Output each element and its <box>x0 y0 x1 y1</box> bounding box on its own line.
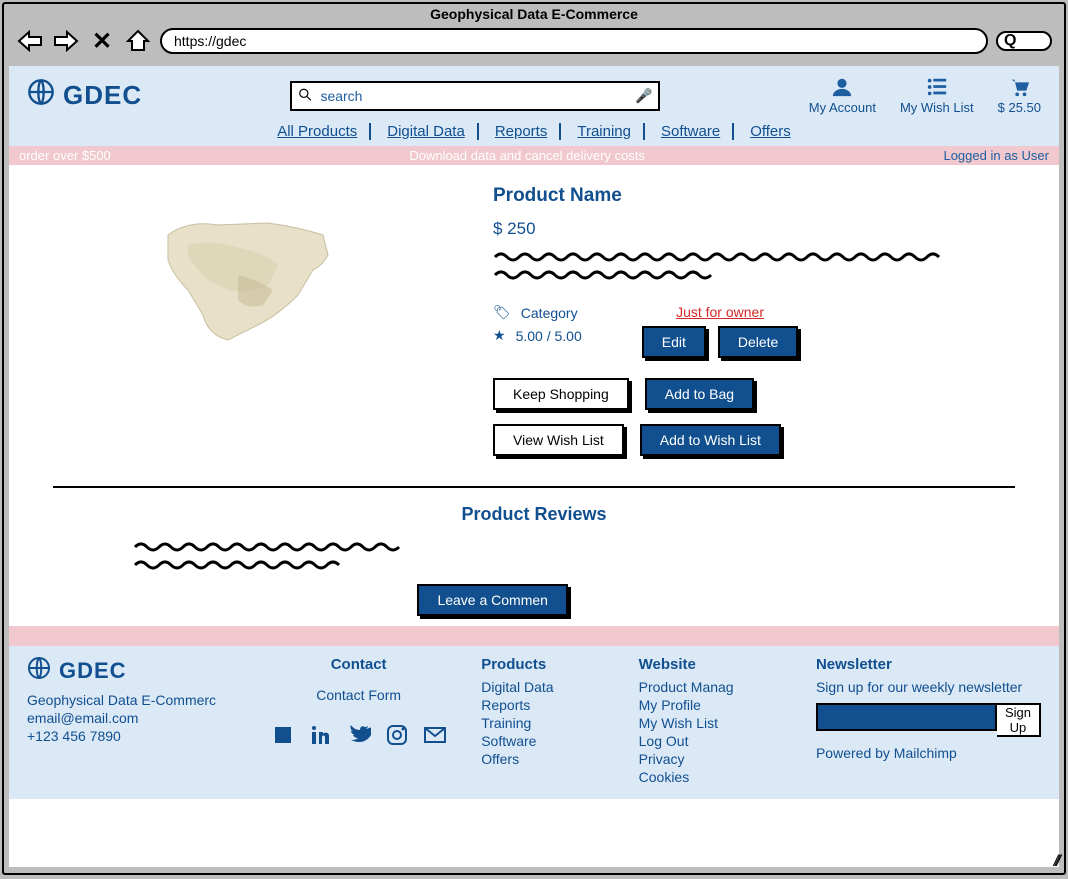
brand-logo[interactable]: GDEC <box>27 78 142 113</box>
cart-icon <box>1008 76 1030 98</box>
review-placeholder <box>133 539 413 575</box>
browser-toolbar: ✕ Q <box>4 24 1064 58</box>
stop-icon[interactable]: ✕ <box>88 29 116 53</box>
add-to-wishlist-button[interactable]: Add to Wish List <box>640 424 781 456</box>
microphone-icon[interactable]: 🎤 <box>635 87 652 104</box>
promo-bar: order over $500 Download data and cancel… <box>9 146 1059 165</box>
products-heading: Products <box>481 656 610 673</box>
product-title: Product Name <box>493 185 1035 207</box>
nav-training[interactable]: Training <box>565 123 645 140</box>
footer-link[interactable]: Log Out <box>639 733 788 749</box>
footer-link[interactable]: Software <box>481 733 610 749</box>
list-icon <box>926 76 948 98</box>
owner-label: Just for owner <box>642 304 799 320</box>
cart-link[interactable]: $ 25.50 <box>998 76 1041 115</box>
nav-offers[interactable]: Offers <box>738 123 803 140</box>
promo-center: Download data and cancel delivery costs <box>409 148 645 163</box>
website-heading: Website <box>639 656 788 673</box>
contact-form-link[interactable]: Contact Form <box>316 687 401 703</box>
description-placeholder <box>493 249 953 285</box>
search-icon <box>298 87 312 104</box>
back-icon[interactable] <box>16 29 44 53</box>
login-status: Logged in as User <box>943 148 1049 163</box>
footer-link[interactable]: My Profile <box>639 697 788 713</box>
user-icon <box>831 76 853 98</box>
contact-heading: Contact <box>331 656 387 673</box>
newsletter-heading: Newsletter <box>816 656 1041 673</box>
footer-link[interactable]: Product Manag <box>639 679 788 695</box>
facebook-icon[interactable] <box>271 723 295 753</box>
promo-left: order over $500 <box>19 148 111 163</box>
globe-icon <box>27 78 55 113</box>
footer-link[interactable]: Cookies <box>639 769 788 785</box>
linkedin-icon[interactable] <box>309 723 333 753</box>
category-label: Category <box>521 305 578 321</box>
keep-shopping-button[interactable]: Keep Shopping <box>493 378 629 410</box>
category-nav: All Products Digital Data Reports Traini… <box>27 123 1041 140</box>
wishlist-link[interactable]: My Wish List <box>900 76 974 115</box>
nav-reports[interactable]: Reports <box>483 123 562 140</box>
section-divider <box>53 486 1015 488</box>
product-image <box>33 185 463 365</box>
url-input[interactable] <box>160 28 988 54</box>
mail-icon[interactable] <box>423 723 447 753</box>
site-header: GDEC 🎤 My Account My Wish List <box>9 66 1059 146</box>
rating-value: 5.00 / 5.00 <box>516 328 582 344</box>
footer-link[interactable]: Privacy <box>639 751 788 767</box>
edit-button[interactable]: Edit <box>642 326 706 358</box>
footer-phone: +123 456 7890 <box>27 728 236 744</box>
main-content: Product Name $ 250 🏷 Category ★ 5.00 / 5.0… <box>9 165 1059 626</box>
view-wishlist-button[interactable]: View Wish List <box>493 424 624 456</box>
delete-button[interactable]: Delete <box>718 326 798 358</box>
footer-link[interactable]: Training <box>481 715 610 731</box>
star-icon: ★ <box>493 327 506 344</box>
product-price: $ 250 <box>493 219 1035 239</box>
signup-button[interactable]: Sign Up <box>997 703 1041 737</box>
globe-icon <box>27 656 51 686</box>
newsletter-text: Sign up for our weekly newsletter <box>816 679 1041 695</box>
my-account-link[interactable]: My Account <box>809 76 876 115</box>
site-footer: GDEC Geophysical Data E-Commerc email@em… <box>9 646 1059 799</box>
reviews-heading: Product Reviews <box>33 504 1035 525</box>
footer-brand[interactable]: GDEC <box>27 656 236 686</box>
brand-text: GDEC <box>63 80 142 111</box>
twitter-icon[interactable] <box>347 723 371 753</box>
footer-promo-bar <box>9 626 1059 646</box>
nav-all-products[interactable]: All Products <box>265 123 371 140</box>
leave-comment-button[interactable]: Leave a Commen <box>417 584 568 616</box>
page-viewport: GDEC 🎤 My Account My Wish List <box>9 66 1059 867</box>
window-title: Geophysical Data E-Commerce <box>4 4 1064 24</box>
footer-link[interactable]: My Wish List <box>639 715 788 731</box>
footer-link[interactable]: Offers <box>481 751 610 767</box>
footer-link[interactable]: Reports <box>481 697 610 713</box>
tag-icon: 🏷 <box>493 304 511 321</box>
powered-by: Powered by Mailchimp <box>816 745 1041 761</box>
add-to-bag-button[interactable]: Add to Bag <box>645 378 754 410</box>
newsletter-input[interactable] <box>816 703 997 731</box>
instagram-icon[interactable] <box>385 723 409 753</box>
footer-email[interactable]: email@email.com <box>27 710 236 726</box>
search-icon: Q <box>1004 32 1016 50</box>
home-icon[interactable] <box>124 29 152 53</box>
resize-handle-icon[interactable]: /// <box>1054 853 1058 871</box>
search-input[interactable] <box>290 81 660 111</box>
nav-software[interactable]: Software <box>649 123 734 140</box>
footer-tagline: Geophysical Data E-Commerc <box>27 692 236 708</box>
footer-link[interactable]: Digital Data <box>481 679 610 695</box>
nav-digital-data[interactable]: Digital Data <box>375 123 479 140</box>
browser-window: Geophysical Data E-Commerce ✕ Q GDEC 🎤 <box>2 2 1066 875</box>
browser-search[interactable]: Q <box>996 31 1052 51</box>
forward-icon[interactable] <box>52 29 80 53</box>
